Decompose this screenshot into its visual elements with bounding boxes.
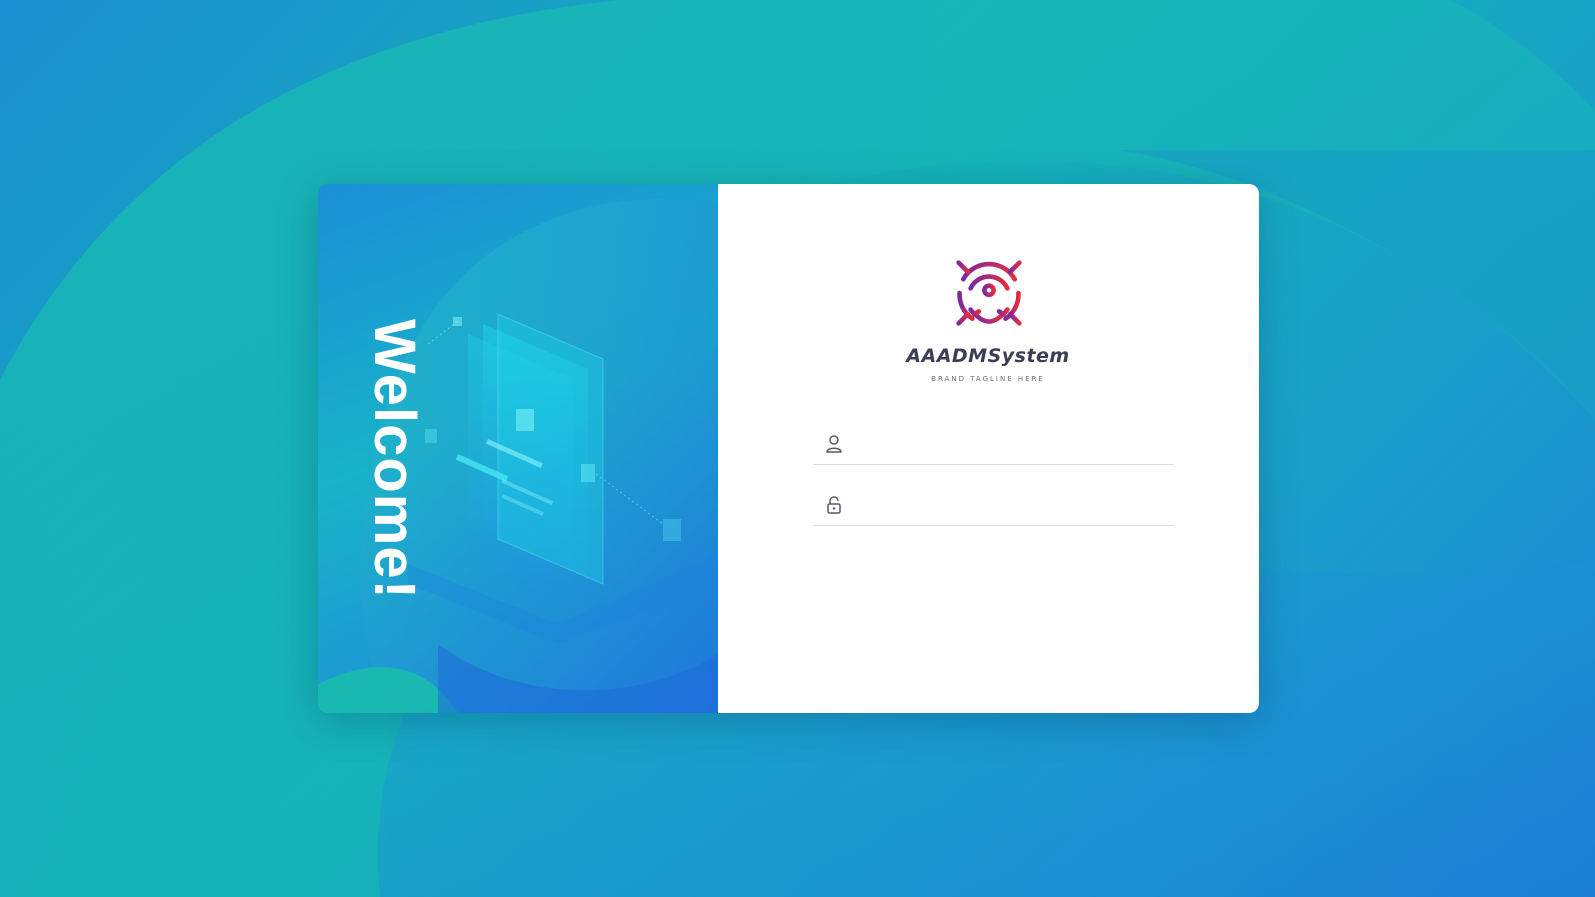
- hero-panel: Welcome!: [318, 184, 718, 713]
- brand-name: AAADMSystem: [906, 345, 1070, 367]
- brand-tagline: BRAND TAGLINE HERE: [931, 375, 1045, 383]
- login-card: Welcome! AAADMSystem BRAND TAGLINE HERE: [318, 184, 1259, 713]
- welcome-heading: Welcome!: [362, 319, 427, 600]
- password-field: [813, 485, 1174, 526]
- user-icon: [825, 435, 843, 453]
- ship-wheel-anchor-icon: [944, 248, 1034, 327]
- username-input[interactable]: [853, 428, 1174, 460]
- username-field: [813, 424, 1174, 465]
- password-input[interactable]: [853, 489, 1174, 521]
- login-form-panel: AAADMSystem BRAND TAGLINE HERE: [718, 184, 1259, 713]
- unlock-icon: [825, 496, 843, 514]
